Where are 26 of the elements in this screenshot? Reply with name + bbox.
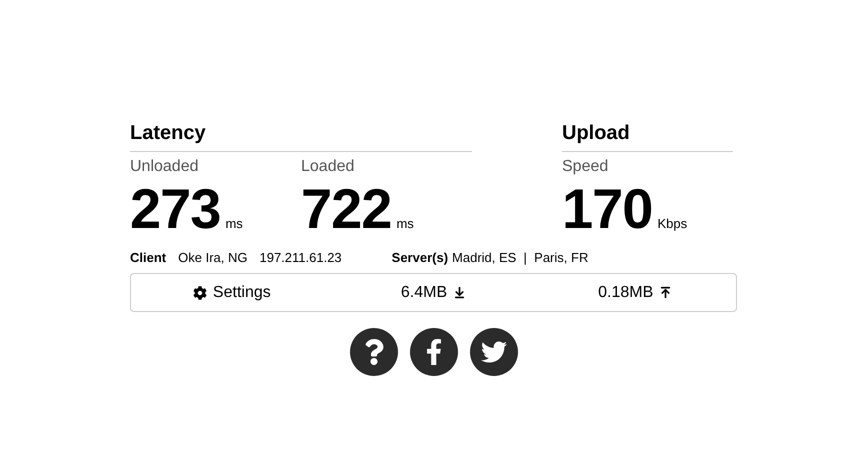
- facebook-link[interactable]: [410, 328, 458, 376]
- client-ip: 197.211.61.23: [259, 250, 342, 265]
- settings-button[interactable]: Settings: [192, 284, 271, 302]
- upload-icon: [659, 286, 672, 299]
- metric-unit: ms: [396, 216, 414, 231]
- client-location: Oke Ira, NG: [178, 250, 248, 265]
- server-label: Server(s): [392, 250, 448, 265]
- help-link[interactable]: [350, 328, 398, 376]
- metric-label: Loaded: [301, 158, 356, 176]
- client-label: Client: [130, 250, 166, 265]
- metric-value: 722: [301, 178, 392, 240]
- twitter-link[interactable]: [470, 328, 518, 376]
- metric-unit: Kbps: [657, 216, 688, 231]
- server-list: Madrid, ES | Paris, FR: [452, 250, 588, 265]
- download-icon: [453, 286, 466, 299]
- metric-value: 273: [130, 178, 220, 240]
- upload-size: 0.18MB: [598, 284, 654, 302]
- metric-label: Speed: [562, 158, 610, 176]
- section-title: Upload: [562, 122, 733, 152]
- settings-icon: [192, 286, 207, 300]
- section-title: Latency: [130, 122, 472, 152]
- metric-unit: ms: [225, 216, 243, 231]
- download-size: 6.4MB: [400, 284, 448, 302]
- metric-value: 170: [562, 178, 652, 240]
- twitter-icon: [480, 339, 506, 365]
- metric-label: Unloaded: [130, 158, 200, 176]
